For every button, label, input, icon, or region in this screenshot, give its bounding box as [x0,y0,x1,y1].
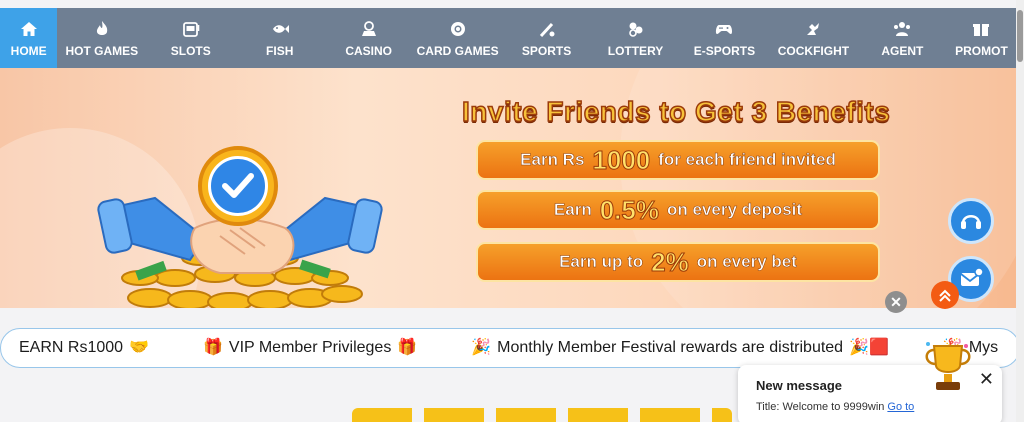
section-title-graphic [352,408,732,422]
nav-label: AGENT [881,43,924,58]
nav-label: E-SPORTS [693,43,756,58]
checkmark-badge-icon [198,146,278,226]
nav-label: CASINO [345,43,392,58]
notification-body: Title: Welcome to 9999win Go to [756,401,914,413]
nav-label: SLOTS [170,43,211,58]
nav-label: CARD GAMES [416,43,499,58]
nav-item-cockfight[interactable]: COCKFIGHT [769,8,858,68]
nav-label: PROMOT [955,43,1008,58]
benefit-text: Earn [553,200,592,220]
benefit-text: on every bet [696,252,797,272]
page-scrollbar[interactable] [1016,0,1024,422]
nav-item-card-games[interactable]: CARD GAMES [413,8,502,68]
benefit-amount: 1000 [592,144,651,175]
party-popper-icon: 🎉 [471,339,492,356]
nav-label: HOT GAMES [65,43,139,58]
benefit-row: Earn 0.5% on every deposit [476,190,880,230]
promo-banner[interactable]: Invite Friends to Get 3 Benefits Earn Rs… [0,68,1016,308]
nav-item-sports[interactable]: SPORTS [502,8,591,68]
slot-machine-icon [182,21,200,37]
gamepad-icon [716,24,733,34]
scroll-to-top-button[interactable] [931,281,959,309]
top-nav: HOME HOT GAMES SLOTS FISH CASINO CARD GA… [0,8,1016,68]
home-icon [20,21,37,36]
notification-title: New message [756,378,842,393]
sports-icon [539,22,555,37]
fish-icon [272,24,289,33]
nav-label: FISH [266,43,294,58]
marquee-item: EARN Rs1000 🤝 [19,339,149,357]
nav-item-fish[interactable]: FISH [235,8,324,68]
marquee-item: 🎉 Monthly Member Festival rewards are di… [471,339,889,357]
marquee-text: Monthly Member Festival rewards are dist… [497,339,844,356]
marquee-text: VIP Member Privileges [228,339,392,356]
handshake-icon: 🤝 [129,339,149,356]
nav-item-lottery[interactable]: LOTTERY [591,8,680,68]
double-chevron-up-icon [939,289,951,302]
customer-support-button[interactable] [948,198,994,244]
agent-icon [894,21,911,36]
notification-text: Title: Welcome to 9999win [756,401,885,413]
nav-item-e-sports[interactable]: E-SPORTS [680,8,769,68]
benefit-text: Earn Rs [520,150,585,170]
nav-item-promotion[interactable]: PROMOT [947,8,1016,68]
marquee-item: 🎁 VIP Member Privileges 🎁 [203,339,417,357]
benefit-text: for each friend invited [658,150,836,170]
benefit-amount: 0.5% [599,194,659,225]
flame-icon [96,20,107,35]
party-popper-icon: 🎉🟥 [849,339,889,356]
nav-item-hot-games[interactable]: HOT GAMES [57,8,146,68]
lottery-balls-icon [628,22,643,37]
nav-item-casino[interactable]: CASINO [324,8,413,68]
nav-label: LOTTERY [607,43,664,58]
gift-icon: 🎁 [202,339,223,356]
gift-icon [973,23,990,36]
close-icon[interactable]: ✕ [979,369,994,390]
page: HOME HOT GAMES SLOTS FISH CASINO CARD GA… [0,0,1024,422]
announcement-marquee[interactable]: EARN Rs1000 🤝 🎁 VIP Member Privileges 🎁 … [0,328,1020,368]
nav-label: SPORTS [521,43,572,58]
scrollbar-thumb[interactable] [1017,10,1023,62]
gift-icon: 🎁 [397,339,418,356]
banner-title: Invite Friends to Get 3 Benefits [461,95,891,128]
nav-item-agent[interactable]: AGENT [858,8,947,68]
benefit-amount: 2% [651,246,690,277]
benefit-row: Earn up to 2% on every bet [476,242,880,282]
casino-icon [361,20,376,36]
nav-item-home[interactable]: HOME [0,8,58,68]
headset-icon [961,215,981,229]
cockfight-icon [807,22,820,35]
benefit-row: Earn Rs 1000 for each friend invited [476,140,880,180]
benefit-text: on every deposit [666,200,803,220]
benefit-text: Earn up to [559,252,644,272]
nav-label: HOME [10,43,47,58]
marquee-text: EARN Rs1000 [19,339,124,356]
trophy-icon [925,342,971,390]
mail-icon [960,267,984,286]
nav-label: COCKFIGHT [777,43,850,58]
notification-link[interactable]: Go to [887,401,914,413]
nav-item-slots[interactable]: SLOTS [146,8,235,68]
close-float-button[interactable]: ✕ [885,291,907,313]
poker-chip-icon [450,21,465,36]
